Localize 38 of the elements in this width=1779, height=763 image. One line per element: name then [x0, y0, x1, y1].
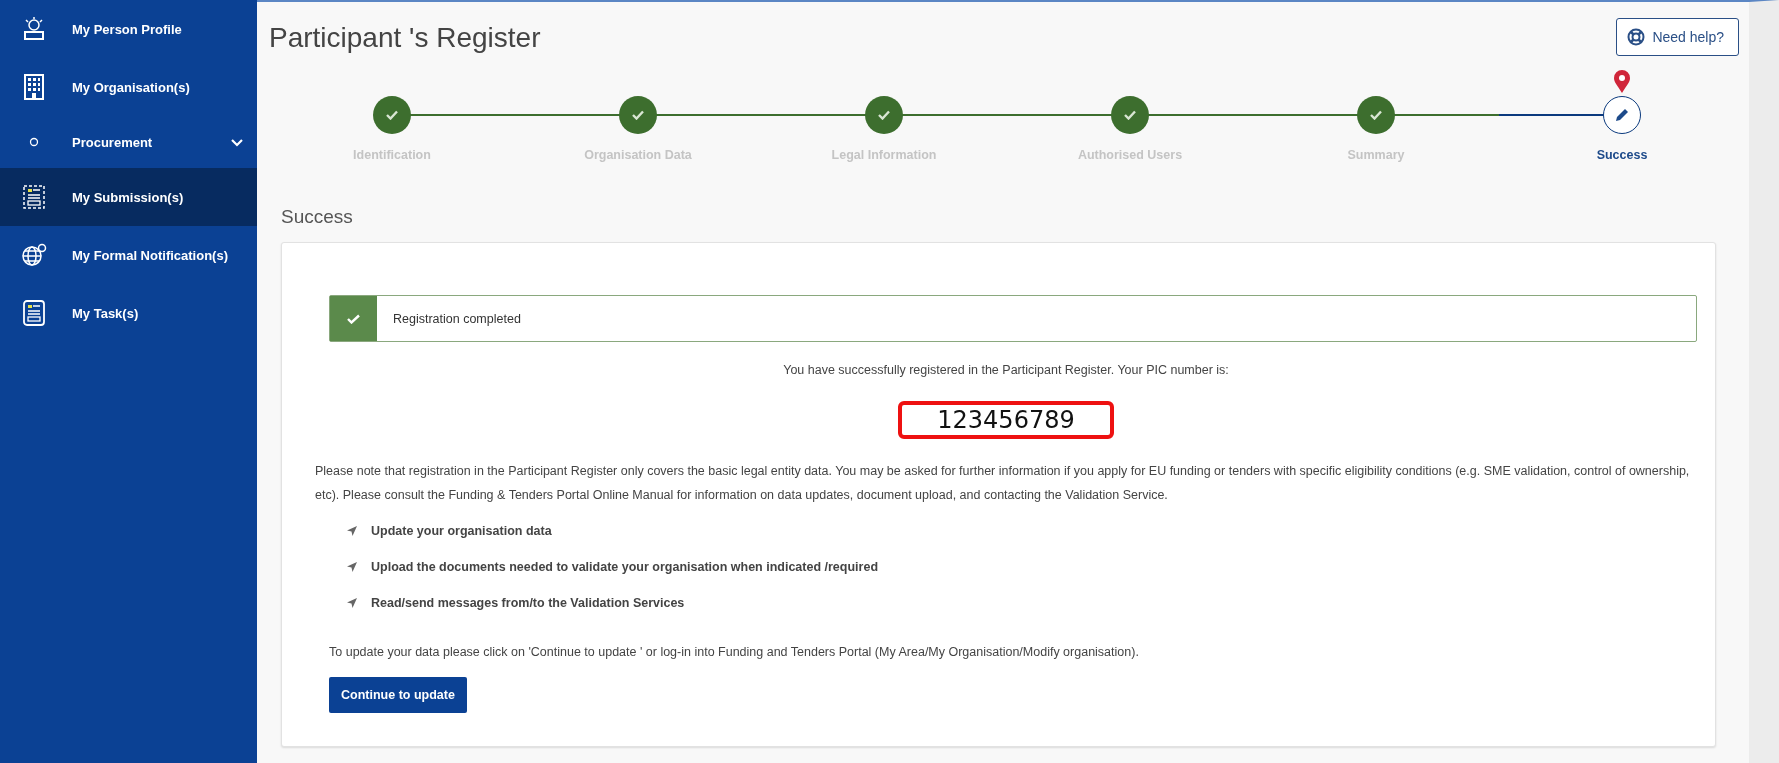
pic-number: 123456789: [898, 401, 1114, 439]
location-pin-icon: [1613, 70, 1631, 94]
sidebar-item[interactable]: My Submission(s): [0, 168, 257, 226]
help-button[interactable]: Need help?: [1616, 18, 1739, 56]
page-title: Participant 's Register: [269, 22, 541, 54]
sidebar-item[interactable]: Procurement: [0, 116, 257, 168]
arrow-icon: [347, 598, 357, 608]
arrow-icon: [347, 562, 357, 572]
bullet-text: Read/send messages from/to the Validation Services: [371, 596, 685, 610]
update-instructions: To update your data please click on 'Continue to update ' or log-in into Funding and Tenders Portal (My Area/My Organisation/Modify organisation).: [329, 645, 1140, 659]
beta-badge-icon: [22, 16, 46, 42]
pencil-icon: [1614, 107, 1630, 123]
lifebuoy-icon: [1627, 28, 1646, 46]
check-icon: [1124, 110, 1136, 120]
continue-button[interactable]: Continue to update: [329, 677, 467, 713]
check-icon: [386, 110, 398, 120]
bullet-text: Update your organisation data: [371, 524, 552, 538]
building-icon: [24, 74, 44, 100]
globe-badge-icon: [21, 243, 47, 267]
sidebar-item[interactable]: My Formal Notification(s): [0, 226, 257, 284]
note-paragraph: Please note that registration in the Participant Register only covers the basic legal entity data. You may be asked for further information if you apply for EU funding or tenders with specific eligibility conditions (e.g. SME validation, control of ownership, etc). Please consult the Funding & Tenders Portal Online Manual for information on data updates, document upload, and contacting the Validation Service.: [315, 463, 1691, 504]
task-list-icon: [23, 300, 45, 326]
bullet-text: Upload the documents needed to validate your organisation when indicated /required: [371, 560, 879, 574]
circle-bullet-icon: [29, 137, 39, 147]
section-title: Success: [281, 206, 354, 228]
document-icon: [22, 184, 46, 210]
arrow-icon: [347, 526, 357, 536]
alert-text: Registration completed: [392, 311, 521, 326]
check-icon: [632, 110, 644, 120]
check-icon: [878, 110, 890, 120]
sidebar-item[interactable]: My Person Profile: [0, 0, 257, 58]
chevron-icon[interactable]: [231, 138, 243, 147]
intro-text: You have successfully registered in the Participant Register. Your PIC number is:: [782, 363, 1230, 377]
sidebar-item[interactable]: My Organisation(s): [0, 58, 257, 116]
sidebar-item[interactable]: My Task(s): [0, 284, 257, 342]
step-label: Success: [1596, 148, 1648, 162]
check-icon: [347, 313, 360, 324]
check-icon: [1370, 110, 1382, 120]
